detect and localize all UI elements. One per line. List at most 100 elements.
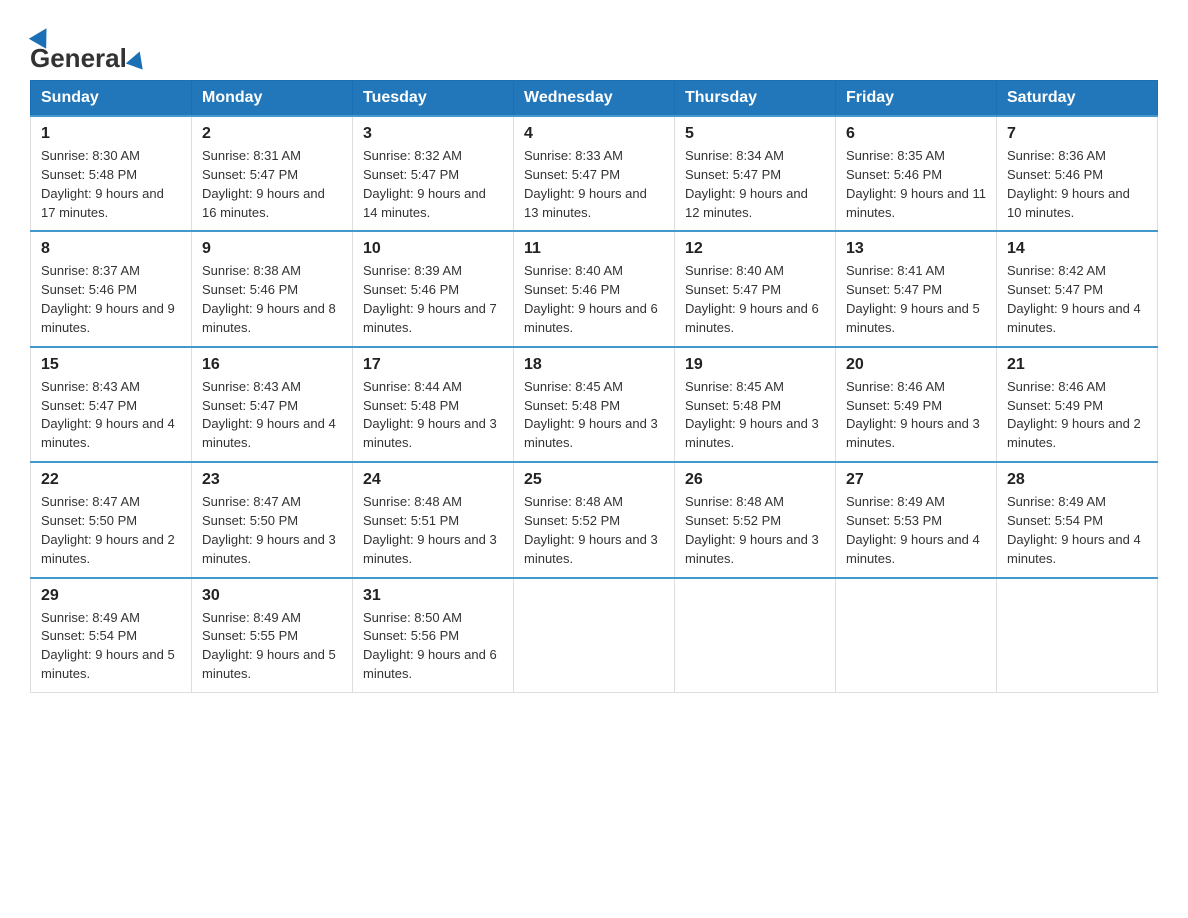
- day-number: 23: [202, 471, 342, 489]
- day-cell-24: 24 Sunrise: 8:48 AMSunset: 5:51 PMDayligh…: [353, 462, 514, 577]
- empty-cell: [997, 578, 1158, 693]
- day-number: 31: [363, 587, 503, 605]
- week-row-3: 15 Sunrise: 8:43 AMSunset: 5:47 PMDayligh…: [31, 347, 1158, 462]
- day-cell-15: 15 Sunrise: 8:43 AMSunset: 5:47 PMDayligh…: [31, 347, 192, 462]
- day-info: Sunrise: 8:47 AMSunset: 5:50 PMDaylight:…: [41, 493, 181, 568]
- day-header-thursday: Thursday: [675, 81, 836, 117]
- day-info: Sunrise: 8:32 AMSunset: 5:47 PMDaylight:…: [363, 147, 503, 222]
- day-header-saturday: Saturday: [997, 81, 1158, 117]
- page-header: General: [30, 20, 1158, 70]
- day-cell-28: 28Sunrise: 8:49 AMSunset: 5:54 PMDayligh…: [997, 462, 1158, 577]
- week-row-5: 29 Sunrise: 8:49 AMSunset: 5:54 PMDayligh…: [31, 578, 1158, 693]
- day-info: Sunrise: 8:46 AMSunset: 5:49 PMDaylight:…: [846, 378, 986, 453]
- day-cell-3: 3 Sunrise: 8:32 AMSunset: 5:47 PMDaylight…: [353, 116, 514, 231]
- day-info: Sunrise: 8:43 AMSunset: 5:47 PMDaylight:…: [202, 378, 342, 453]
- day-info: Sunrise: 8:31 AMSunset: 5:47 PMDaylight:…: [202, 147, 342, 222]
- empty-cell: [836, 578, 997, 693]
- day-number: 22: [41, 471, 181, 489]
- day-cell-26: 26Sunrise: 8:48 AMSunset: 5:52 PMDayligh…: [675, 462, 836, 577]
- logo: General: [30, 20, 147, 70]
- day-number: 16: [202, 356, 342, 374]
- week-row-1: 1 Sunrise: 8:30 AMSunset: 5:48 PMDaylight…: [31, 116, 1158, 231]
- day-cell-6: 6 Sunrise: 8:35 AMSunset: 5:46 PMDaylight…: [836, 116, 997, 231]
- day-cell-12: 12 Sunrise: 8:40 AMSunset: 5:47 PMDayligh…: [675, 231, 836, 346]
- day-info: Sunrise: 8:42 AMSunset: 5:47 PMDaylight:…: [1007, 262, 1147, 337]
- day-cell-23: 23 Sunrise: 8:47 AMSunset: 5:50 PMDayligh…: [192, 462, 353, 577]
- day-cell-18: 18 Sunrise: 8:45 AMSunset: 5:48 PMDayligh…: [514, 347, 675, 462]
- day-header-sunday: Sunday: [31, 81, 192, 117]
- day-number: 24: [363, 471, 503, 489]
- day-info: Sunrise: 8:38 AMSunset: 5:46 PMDaylight:…: [202, 262, 342, 337]
- day-info: Sunrise: 8:45 AMSunset: 5:48 PMDaylight:…: [685, 378, 825, 453]
- day-number: 7: [1007, 125, 1147, 143]
- header-row: SundayMondayTuesdayWednesdayThursdayFrid…: [31, 81, 1158, 117]
- day-info: Sunrise: 8:36 AMSunset: 5:46 PMDaylight:…: [1007, 147, 1147, 222]
- day-cell-31: 31 Sunrise: 8:50 AMSunset: 5:56 PMDayligh…: [353, 578, 514, 693]
- day-number: 6: [846, 125, 986, 143]
- day-number: 19: [685, 356, 825, 374]
- day-number: 4: [524, 125, 664, 143]
- day-info: Sunrise: 8:49 AMSunset: 5:54 PMDaylight:…: [41, 609, 181, 684]
- day-number: 1: [41, 125, 181, 143]
- day-info: Sunrise: 8:40 AMSunset: 5:47 PMDaylight:…: [685, 262, 825, 337]
- logo-arrow-icon: [126, 48, 148, 69]
- day-info: Sunrise: 8:30 AMSunset: 5:48 PMDaylight:…: [41, 147, 181, 222]
- day-info: Sunrise: 8:40 AMSunset: 5:46 PMDaylight:…: [524, 262, 664, 337]
- day-info: Sunrise: 8:49 AMSunset: 5:54 PMDaylight:…: [1007, 493, 1147, 568]
- day-number: 8: [41, 240, 181, 258]
- day-header-tuesday: Tuesday: [353, 81, 514, 117]
- empty-cell: [675, 578, 836, 693]
- day-info: Sunrise: 8:49 AMSunset: 5:55 PMDaylight:…: [202, 609, 342, 684]
- day-number: 15: [41, 356, 181, 374]
- day-cell-11: 11Sunrise: 8:40 AMSunset: 5:46 PMDayligh…: [514, 231, 675, 346]
- day-number: 12: [685, 240, 825, 258]
- day-info: Sunrise: 8:45 AMSunset: 5:48 PMDaylight:…: [524, 378, 664, 453]
- day-header-monday: Monday: [192, 81, 353, 117]
- day-info: Sunrise: 8:47 AMSunset: 5:50 PMDaylight:…: [202, 493, 342, 568]
- day-cell-29: 29 Sunrise: 8:49 AMSunset: 5:54 PMDayligh…: [31, 578, 192, 693]
- day-number: 25: [524, 471, 664, 489]
- day-cell-19: 19 Sunrise: 8:45 AMSunset: 5:48 PMDayligh…: [675, 347, 836, 462]
- day-cell-25: 25Sunrise: 8:48 AMSunset: 5:52 PMDayligh…: [514, 462, 675, 577]
- day-number: 14: [1007, 240, 1147, 258]
- day-number: 13: [846, 240, 986, 258]
- day-cell-1: 1 Sunrise: 8:30 AMSunset: 5:48 PMDaylight…: [31, 116, 192, 231]
- day-cell-20: 20Sunrise: 8:46 AMSunset: 5:49 PMDayligh…: [836, 347, 997, 462]
- day-number: 21: [1007, 356, 1147, 374]
- day-info: Sunrise: 8:39 AMSunset: 5:46 PMDaylight:…: [363, 262, 503, 337]
- day-info: Sunrise: 8:50 AMSunset: 5:56 PMDaylight:…: [363, 609, 503, 684]
- day-number: 10: [363, 240, 503, 258]
- day-info: Sunrise: 8:44 AMSunset: 5:48 PMDaylight:…: [363, 378, 503, 453]
- empty-cell: [514, 578, 675, 693]
- day-cell-4: 4 Sunrise: 8:33 AMSunset: 5:47 PMDaylight…: [514, 116, 675, 231]
- day-cell-17: 17Sunrise: 8:44 AMSunset: 5:48 PMDayligh…: [353, 347, 514, 462]
- day-number: 29: [41, 587, 181, 605]
- day-info: Sunrise: 8:48 AMSunset: 5:51 PMDaylight:…: [363, 493, 503, 568]
- day-cell-27: 27 Sunrise: 8:49 AMSunset: 5:53 PMDayligh…: [836, 462, 997, 577]
- week-row-4: 22 Sunrise: 8:47 AMSunset: 5:50 PMDayligh…: [31, 462, 1158, 577]
- day-info: Sunrise: 8:33 AMSunset: 5:47 PMDaylight:…: [524, 147, 664, 222]
- day-info: Sunrise: 8:37 AMSunset: 5:46 PMDaylight:…: [41, 262, 181, 337]
- day-cell-22: 22 Sunrise: 8:47 AMSunset: 5:50 PMDayligh…: [31, 462, 192, 577]
- day-number: 18: [524, 356, 664, 374]
- day-cell-5: 5Sunrise: 8:34 AMSunset: 5:47 PMDaylight…: [675, 116, 836, 231]
- day-cell-21: 21 Sunrise: 8:46 AMSunset: 5:49 PMDayligh…: [997, 347, 1158, 462]
- day-info: Sunrise: 8:35 AMSunset: 5:46 PMDaylight:…: [846, 147, 986, 222]
- day-cell-16: 16 Sunrise: 8:43 AMSunset: 5:47 PMDayligh…: [192, 347, 353, 462]
- day-info: Sunrise: 8:41 AMSunset: 5:47 PMDaylight:…: [846, 262, 986, 337]
- day-number: 3: [363, 125, 503, 143]
- calendar-table: SundayMondayTuesdayWednesdayThursdayFrid…: [30, 80, 1158, 693]
- day-cell-9: 9Sunrise: 8:38 AMSunset: 5:46 PMDaylight…: [192, 231, 353, 346]
- day-number: 27: [846, 471, 986, 489]
- day-info: Sunrise: 8:49 AMSunset: 5:53 PMDaylight:…: [846, 493, 986, 568]
- day-cell-2: 2 Sunrise: 8:31 AMSunset: 5:47 PMDaylight…: [192, 116, 353, 231]
- day-header-friday: Friday: [836, 81, 997, 117]
- day-info: Sunrise: 8:48 AMSunset: 5:52 PMDaylight:…: [685, 493, 825, 568]
- day-cell-13: 13 Sunrise: 8:41 AMSunset: 5:47 PMDayligh…: [836, 231, 997, 346]
- day-number: 5: [685, 125, 825, 143]
- day-header-wednesday: Wednesday: [514, 81, 675, 117]
- day-cell-14: 14 Sunrise: 8:42 AMSunset: 5:47 PMDayligh…: [997, 231, 1158, 346]
- day-number: 2: [202, 125, 342, 143]
- day-info: Sunrise: 8:43 AMSunset: 5:47 PMDaylight:…: [41, 378, 181, 453]
- day-info: Sunrise: 8:46 AMSunset: 5:49 PMDaylight:…: [1007, 378, 1147, 453]
